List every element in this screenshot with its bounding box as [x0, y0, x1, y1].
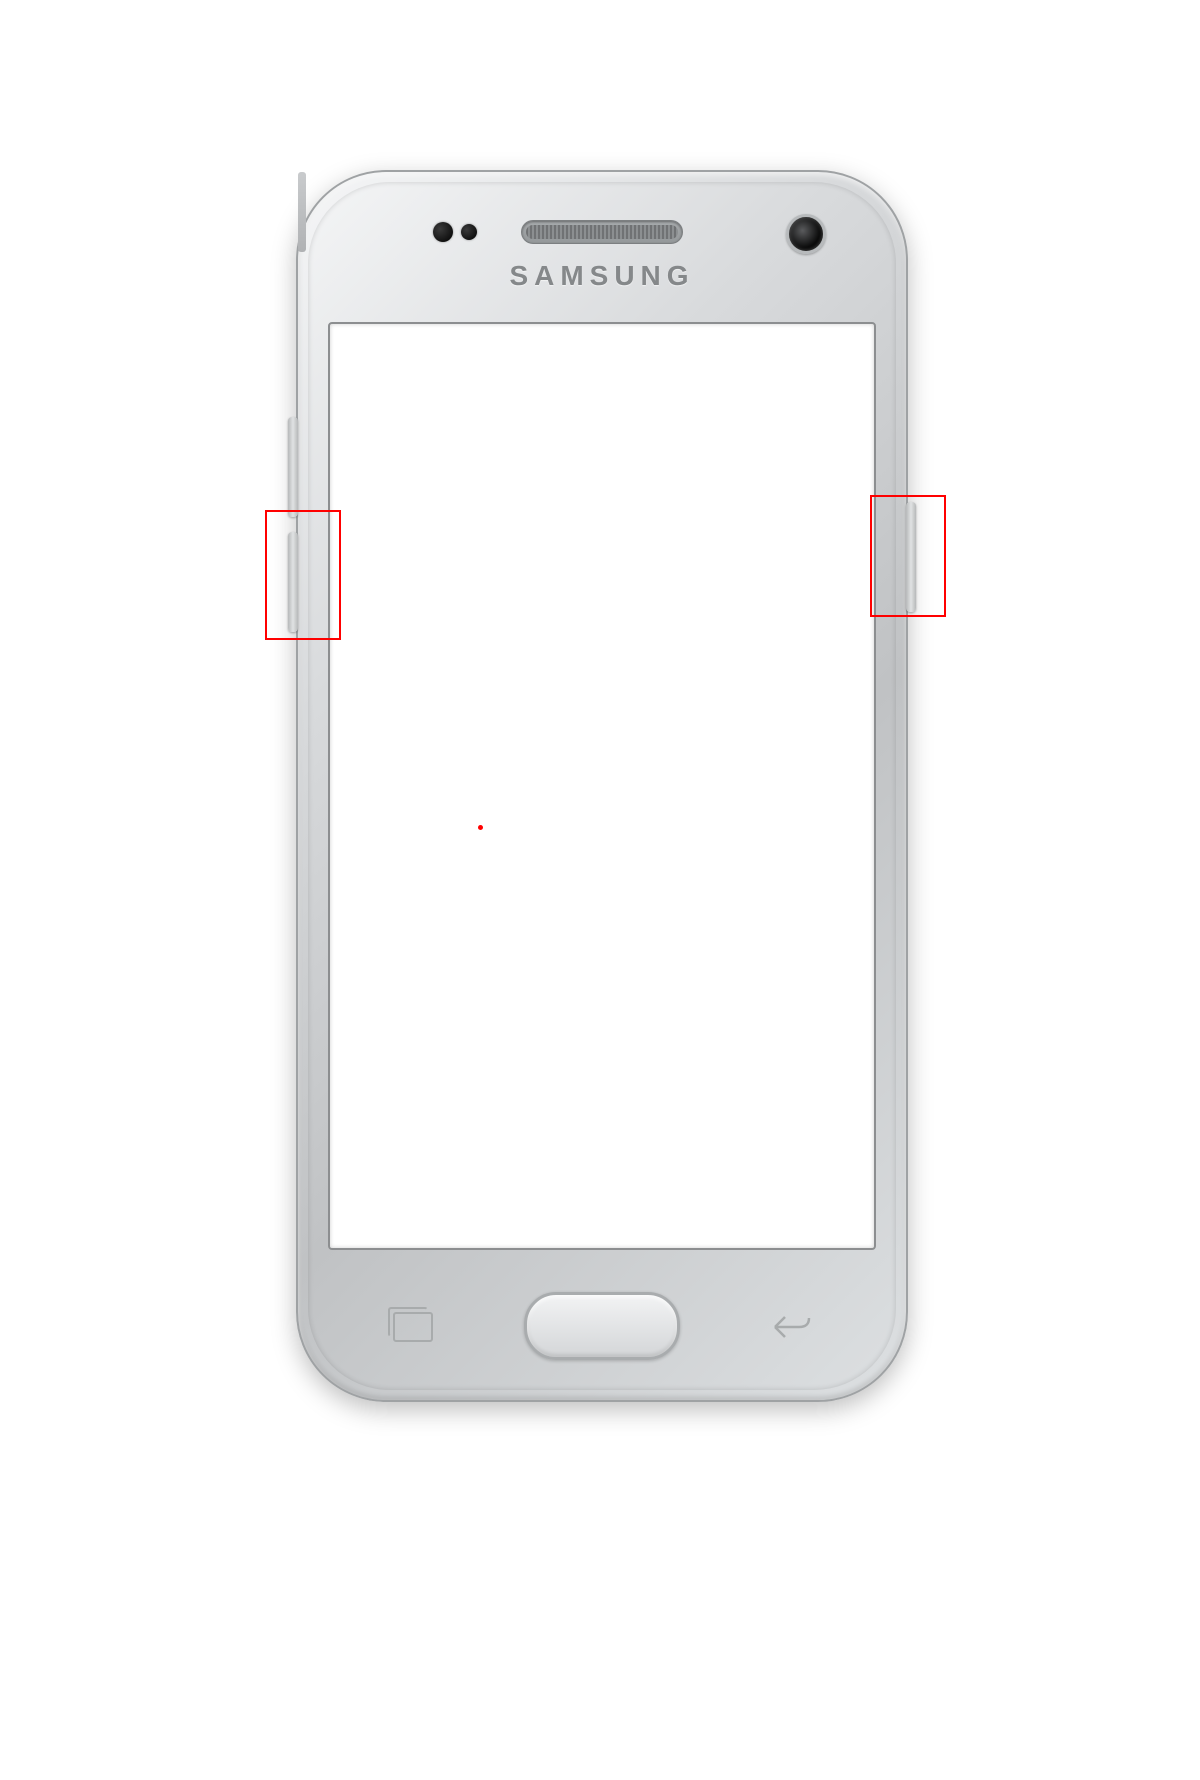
annotation-right-highlight: [870, 495, 946, 617]
brand-label: SAMSUNG: [509, 260, 694, 292]
earpiece-speaker: [521, 220, 683, 244]
recent-apps-icon: [393, 1312, 433, 1342]
annotation-left-highlight: [265, 510, 341, 640]
phone-frame: SAMSUNG: [296, 170, 908, 1402]
proximity-sensors: [433, 222, 477, 242]
annotation-dot-icon: [478, 825, 483, 830]
volume-up-button[interactable]: [288, 417, 298, 517]
sensor-dot-icon: [461, 224, 477, 240]
recent-apps-button[interactable]: [388, 1309, 438, 1345]
front-camera-icon: [786, 214, 826, 254]
bottom-bezel: [298, 1250, 906, 1400]
back-button[interactable]: [766, 1309, 816, 1345]
sensor-dot-icon: [433, 222, 453, 242]
screen[interactable]: [328, 322, 876, 1250]
home-button[interactable]: [524, 1292, 680, 1360]
back-icon: [769, 1311, 813, 1343]
top-bezel: SAMSUNG: [298, 172, 906, 322]
